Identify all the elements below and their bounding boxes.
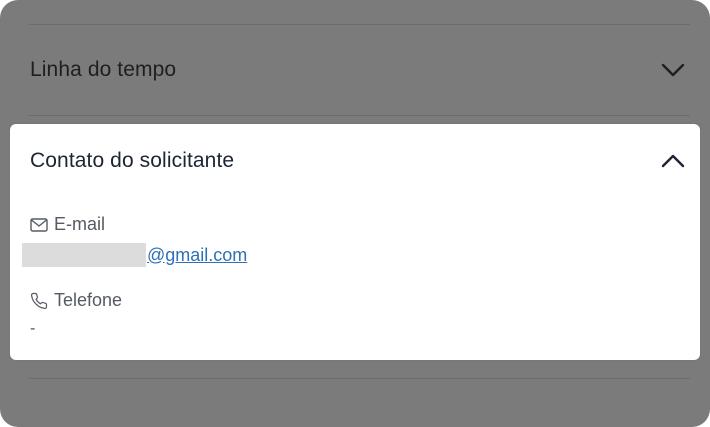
requester-contact-title: Contato do solicitante xyxy=(30,149,235,172)
timeline-title: Linha do tempo xyxy=(30,58,177,81)
timeline-accordion-header[interactable]: Linha do tempo xyxy=(30,55,686,85)
chevron-down-icon xyxy=(660,61,686,79)
email-value: @gmail.com xyxy=(22,243,247,267)
redacted-email-username xyxy=(22,243,146,267)
chevron-up-icon xyxy=(660,152,686,170)
phone-label: Telefone xyxy=(30,290,122,311)
phone-value: - xyxy=(30,320,36,337)
divider xyxy=(29,378,690,379)
email-label: E-mail xyxy=(30,214,105,235)
divider xyxy=(29,115,690,116)
phone-icon xyxy=(30,292,48,310)
requester-contact-accordion-header[interactable]: Contato do solicitante xyxy=(30,146,686,176)
email-label-text: E-mail xyxy=(54,214,106,234)
divider xyxy=(29,24,690,25)
screen-frame: Linha do tempo Contato do solicitante E-… xyxy=(0,0,710,427)
requester-contact-card: Contato do solicitante E-mail @gmail.com xyxy=(10,124,700,360)
phone-label-text: Telefone xyxy=(54,290,123,310)
mail-icon xyxy=(30,217,48,232)
email-link[interactable]: @gmail.com xyxy=(147,245,247,266)
